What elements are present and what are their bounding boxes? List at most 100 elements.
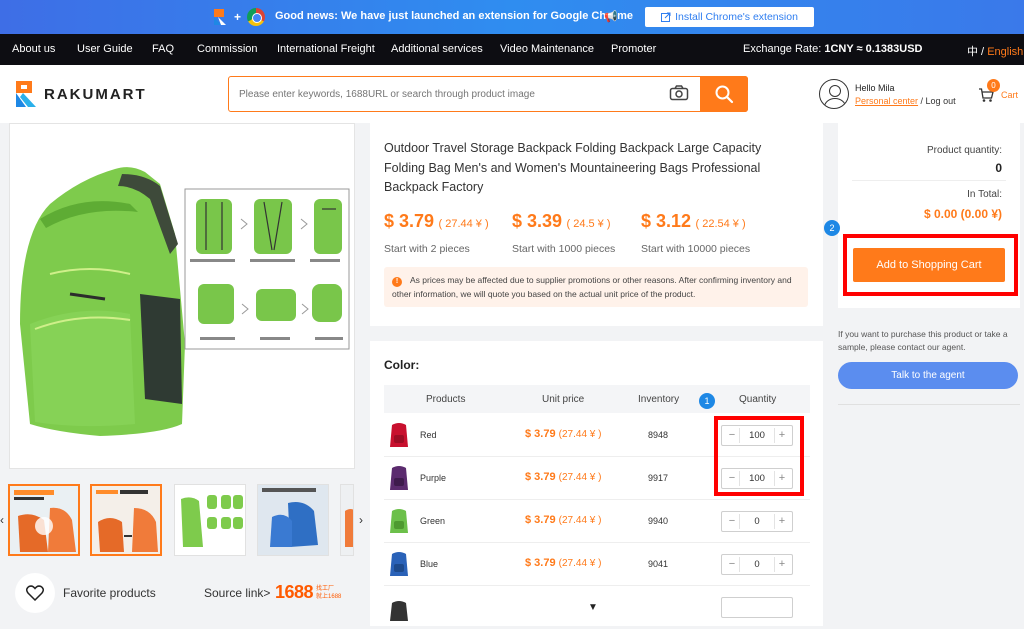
avatar[interactable] [819, 79, 849, 109]
variant-price: $ 3.79 (27.44 ¥ ) [525, 428, 601, 440]
price-min-qty: Start with 10000 pieces [641, 243, 751, 255]
thumb-next-arrow[interactable]: › [359, 513, 363, 527]
cart-label: Cart [1001, 90, 1019, 100]
quantity-value[interactable]: 0 [740, 516, 774, 527]
search-input[interactable] [239, 85, 659, 103]
color-label: Color: [384, 358, 420, 372]
plus-icon: + [234, 10, 242, 24]
user-area [819, 79, 849, 109]
info-icon: ! [392, 277, 402, 287]
quantity-stepper: − 0 + [721, 511, 793, 532]
main-product-image[interactable] [9, 123, 355, 469]
table-row: Green $ 3.79 (27.44 ¥ ) 9940 − 0 + [384, 500, 810, 543]
product-title: Outdoor Travel Storage Backpack Folding … [384, 141, 762, 194]
nav-faq[interactable]: FAQ [152, 43, 174, 55]
lang-chinese[interactable]: 中 / [967, 46, 984, 58]
variant-inventory: 9940 [648, 516, 669, 526]
product-info-card: Outdoor Travel Storage Backpack Folding … [370, 123, 823, 326]
add-to-cart-button[interactable]: Add to Shopping Cart [853, 248, 1005, 282]
nav-video-maintenance[interactable]: Video Maintenance [500, 43, 594, 55]
price-min-qty: Start with 1000 pieces [512, 243, 616, 255]
thumbnail-1[interactable] [8, 484, 80, 556]
talk-to-agent-button[interactable]: Talk to the agent [838, 362, 1018, 389]
language-switch[interactable]: 中 / English [967, 43, 1023, 59]
variant-price-cny: (27.44 ¥ ) [558, 429, 602, 440]
variant-price-usd: $ 3.79 [525, 514, 556, 526]
decrement-button[interactable]: − [725, 557, 740, 572]
logout-link[interactable]: / Log out [918, 96, 956, 106]
variant-inventory: 9917 [648, 473, 669, 483]
header-quantity: Quantity [739, 394, 777, 405]
total-value: $ 0.00 (0.00 ¥) [923, 207, 1002, 221]
nav-about-us[interactable]: About us [12, 43, 55, 55]
increment-button[interactable]: + [774, 557, 789, 572]
variant-image[interactable] [388, 593, 410, 621]
promo-text: Good news: We have just launched an exte… [275, 10, 633, 22]
scroll-down-icon[interactable]: ▼ [588, 602, 598, 613]
thumbnail-5[interactable] [340, 484, 354, 556]
header-products: Products [426, 394, 466, 405]
price-cny: ( 22.54 ¥ ) [695, 218, 746, 230]
nav-additional-services[interactable]: Additional services [391, 43, 483, 55]
product-quantity-label: Product quantity: [926, 145, 1002, 156]
header-inventory: Inventory [638, 394, 680, 405]
exchange-rate: Exchange Rate: 1CNY ≈ 0.1383USD [743, 43, 923, 55]
install-extension-label: Install Chrome's extension [675, 11, 798, 23]
lang-english[interactable]: English [987, 46, 1023, 58]
step-badge-1: 1 [699, 393, 715, 409]
logo-1688-number: 1688 [275, 582, 314, 602]
search-bar [228, 75, 748, 112]
personal-center-link[interactable]: Personal center [855, 96, 918, 106]
variant-image[interactable] [388, 550, 410, 578]
thumbnail-strip: ‹ › [0, 483, 370, 557]
megaphone-icon: 📢 [604, 11, 618, 23]
rakumart-mini-icon [212, 7, 228, 27]
price-min-qty: Start with 2 pieces [384, 243, 470, 255]
variant-inventory: 9041 [648, 559, 669, 569]
nav-international-freight[interactable]: International Freight [277, 43, 375, 55]
variant-name: Red [420, 430, 437, 440]
product-quantity-value: 0 [995, 161, 1002, 175]
rakumart-logo[interactable]: RAKUMART [14, 79, 147, 109]
contact-note: If you want to purchase this product or … [838, 329, 1008, 352]
camera-icon[interactable] [669, 85, 689, 101]
total-label: In Total: [967, 189, 1002, 200]
variant-price: $ 3.79 (27.44 ¥ ) [525, 471, 601, 483]
rakumart-logo-icon [14, 79, 38, 109]
quantity-stepper: − 0 + [721, 554, 793, 575]
notice-text: As prices may be affected due to supplie… [392, 275, 792, 299]
logo-1688[interactable]: 1688 找工厂 就上1688 [275, 582, 341, 603]
price-usd: $ 3.12 [641, 211, 692, 231]
nav-user-guide[interactable]: User Guide [77, 43, 133, 55]
nav-commission[interactable]: Commission [197, 43, 258, 55]
logo-1688-slogan: 找工厂 就上1688 [316, 585, 341, 601]
increment-button[interactable]: + [774, 514, 789, 529]
thumbnail-4[interactable] [257, 484, 329, 556]
variant-price-usd: $ 3.79 [525, 428, 556, 440]
summary-divider [852, 180, 1006, 181]
quantity-value[interactable]: 0 [740, 559, 774, 570]
favorite-button[interactable] [15, 573, 55, 613]
thumbnail-2[interactable] [90, 484, 162, 556]
chrome-icon [247, 8, 266, 26]
nav-promoter[interactable]: Promoter [611, 43, 656, 55]
right-divider [838, 404, 1020, 405]
price-cny: ( 27.44 ¥ ) [438, 218, 489, 230]
favorite-label[interactable]: Favorite products [63, 586, 156, 600]
search-button[interactable] [700, 75, 748, 112]
variant-image[interactable] [388, 507, 410, 535]
thumbnail-3[interactable] [174, 484, 246, 556]
exchange-rate-value: 1CNY ≈ 0.1383USD [824, 43, 923, 55]
install-extension-button[interactable]: Install Chrome's extension [645, 7, 814, 27]
quantity-highlight-box [714, 416, 804, 496]
variant-image[interactable] [388, 464, 410, 492]
source-link-label[interactable]: Source link> [204, 586, 270, 600]
cart-count-badge: 0 [987, 79, 1000, 92]
thumb-prev-arrow[interactable]: ‹ [0, 513, 4, 527]
decrement-button[interactable]: − [725, 514, 740, 529]
table-header: Products Unit price Inventory Quantity [384, 385, 810, 413]
variant-image[interactable] [388, 421, 410, 449]
header-unit-price: Unit price [542, 394, 585, 405]
variant-name: Blue [420, 559, 439, 569]
variant-name: Green [420, 516, 446, 526]
